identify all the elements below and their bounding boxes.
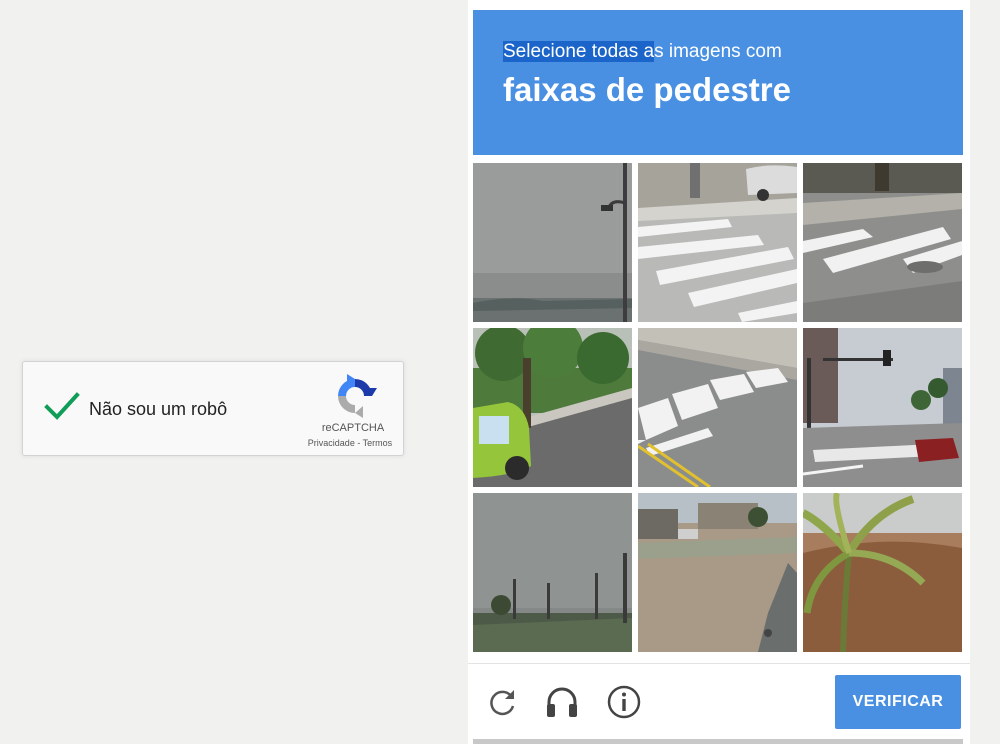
tile-9-image	[803, 493, 962, 652]
instruction-text: s imagens com	[654, 41, 782, 62]
image-tile-9[interactable]	[803, 493, 962, 652]
tile-7-image	[473, 493, 632, 652]
bottom-scrollbar[interactable]	[473, 739, 963, 744]
reload-icon[interactable]	[484, 684, 520, 720]
recaptcha-logo-icon	[338, 374, 377, 418]
image-tile-7[interactable]	[473, 493, 632, 652]
privacy-link[interactable]: Privacidade	[308, 438, 355, 448]
verify-button[interactable]: VERIFICAR	[835, 675, 961, 729]
recaptcha-brand-text: reCAPTCHA	[321, 422, 385, 434]
challenge-instruction: Selecione todas as imagens com	[503, 40, 963, 64]
tile-3-image	[803, 163, 962, 322]
footer-divider	[468, 663, 970, 664]
terms-link[interactable]: Termos	[363, 438, 393, 448]
tile-2-image	[638, 163, 797, 322]
image-tile-2[interactable]	[638, 163, 797, 322]
image-tile-grid	[473, 163, 963, 653]
image-tile-5[interactable]	[638, 328, 797, 487]
tile-4-image	[473, 328, 632, 487]
image-tile-6[interactable]	[803, 328, 962, 487]
tile-5-image	[638, 328, 797, 487]
headphones-icon[interactable]	[544, 684, 580, 720]
instruction-highlighted-text: Selecione todas a	[503, 41, 655, 62]
image-tile-1[interactable]	[473, 163, 632, 322]
links-separator: -	[354, 438, 363, 448]
tile-6-image	[803, 328, 962, 487]
recaptcha-checkbox-widget: Não sou um robô reCAPTCHA Privacidade - …	[22, 361, 404, 456]
challenge-header: Selecione todas as imagens com faixas de…	[473, 10, 963, 155]
challenge-target: faixas de pedestre	[503, 71, 791, 108]
recaptcha-links: Privacidade - Termos	[285, 438, 415, 448]
tile-8-image	[638, 493, 797, 652]
checkmark-icon[interactable]	[43, 390, 81, 422]
not-a-robot-label: Não sou um robô	[89, 399, 228, 419]
tile-1-image	[473, 163, 632, 322]
image-challenge-panel: Selecione todas as imagens com faixas de…	[468, 0, 970, 744]
image-tile-8[interactable]	[638, 493, 797, 652]
image-tile-4[interactable]	[473, 328, 632, 487]
image-tile-3[interactable]	[803, 163, 962, 322]
info-icon[interactable]	[606, 684, 642, 720]
